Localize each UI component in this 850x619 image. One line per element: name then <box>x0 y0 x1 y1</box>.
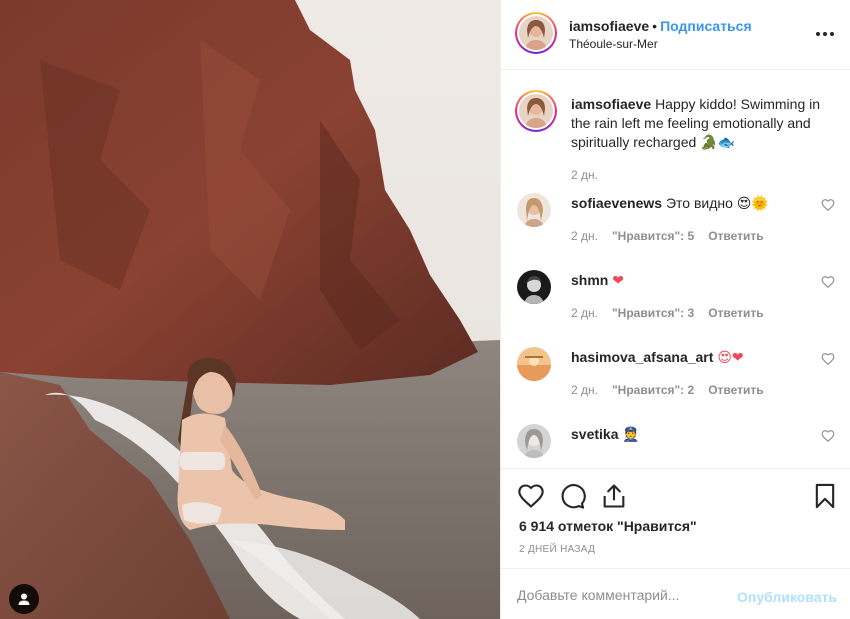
comment-avatar-image <box>517 424 551 458</box>
comment-username[interactable]: shmn <box>571 272 608 288</box>
comment-likes[interactable]: "Нравится": 3 <box>612 306 694 320</box>
post-actions: 6 914 отметок "Нравится" 2 ДНЕЙ НАЗАД <box>501 468 850 568</box>
more-horizontal-icon <box>816 32 820 36</box>
more-options-button[interactable] <box>813 24 837 44</box>
comment-avatar-image <box>517 270 551 304</box>
comment-emojis: 😍🌞 <box>736 196 769 212</box>
add-comment-bar: Опубликовать <box>501 568 850 619</box>
header-username[interactable]: iamsofiaeve <box>569 18 649 34</box>
post-photo[interactable] <box>0 0 500 619</box>
photo-scene <box>0 0 500 619</box>
comments-list[interactable]: iamsofiaeve Happy kiddo! Swimming in the… <box>501 71 850 468</box>
comment-like-heart-icon[interactable] <box>821 352 835 366</box>
comment-avatar[interactable] <box>517 193 551 227</box>
comment-meta: 2 дн. "Нравится": 3 Ответить <box>571 306 778 320</box>
comment-username[interactable]: hasimova_afsana_art <box>571 349 713 365</box>
comment-item: sofiaevenews Это видно 😍🌞 2 дн. "Нравится… <box>517 193 837 253</box>
user-tag-button[interactable] <box>9 584 39 614</box>
comment-emojis: 👮 <box>622 427 640 443</box>
comment-avatar[interactable] <box>517 347 551 381</box>
comment-text: Это видно <box>665 195 733 211</box>
follow-button[interactable]: Подписаться <box>660 18 752 34</box>
user-icon <box>18 593 30 605</box>
caption-avatar[interactable] <box>515 90 557 132</box>
comment-avatar[interactable] <box>517 270 551 304</box>
comment-username[interactable]: svetika <box>571 426 618 442</box>
comment-text-line: svetika 👮 <box>571 426 640 443</box>
comment-item: hasimova_afsana_art 😍❤ 2 дн. "Нравится": … <box>517 347 837 407</box>
caption-username[interactable]: iamsofiaeve <box>571 96 651 112</box>
caption-avatar-image <box>519 94 553 128</box>
reply-button[interactable]: Ответить <box>708 306 763 320</box>
caption-text-block: iamsofiaeve Happy kiddo! Swimming in the… <box>571 95 833 153</box>
comment-avatar-image <box>517 193 551 227</box>
bookmark-icon[interactable] <box>811 482 839 510</box>
reply-button[interactable]: Ответить <box>708 383 763 397</box>
caption-emojis: 🐊🐟 <box>700 135 736 151</box>
comment-meta: 2 дн. "Нравится": 2 Ответить <box>571 383 778 397</box>
share-icon[interactable] <box>600 482 628 510</box>
comment-time[interactable]: 2 дн. <box>571 306 598 320</box>
post-date[interactable]: 2 ДНЕЙ НАЗАД <box>519 544 595 555</box>
comment-emojis: 😍❤ <box>717 350 744 366</box>
comment-meta: 2 дн. "Нравится": 5 Ответить <box>571 229 778 243</box>
header-separator: • <box>652 18 658 34</box>
comment-time[interactable]: 2 дн. <box>571 229 598 243</box>
comment-avatar[interactable] <box>517 424 551 458</box>
comment-text-line: shmn ❤ <box>571 272 624 289</box>
comment-time[interactable]: 2 дн. <box>571 383 598 397</box>
reply-button[interactable]: Ответить <box>708 229 763 243</box>
publish-button[interactable]: Опубликовать <box>737 589 837 605</box>
comment-item: shmn ❤ 2 дн. "Нравится": 3 Ответить <box>517 270 837 330</box>
comment-item: svetika 👮 <box>517 424 837 468</box>
comment-likes[interactable]: "Нравится": 5 <box>612 229 694 243</box>
author-avatar[interactable] <box>515 12 557 54</box>
comment-like-heart-icon[interactable] <box>821 429 835 443</box>
comment-emojis: ❤ <box>612 273 624 289</box>
comment-likes[interactable]: "Нравится": 2 <box>612 383 694 397</box>
post-location[interactable]: Théoule-sur-Mer <box>569 37 658 51</box>
comment-text-line: sofiaevenews Это видно 😍🌞 <box>571 195 769 212</box>
comment-like-heart-icon[interactable] <box>821 198 835 212</box>
comment-input[interactable] <box>517 585 737 605</box>
comment-like-heart-icon[interactable] <box>821 275 835 289</box>
caption-time[interactable]: 2 дн. <box>571 168 598 182</box>
heart-icon[interactable] <box>517 482 545 510</box>
author-avatar-image <box>519 16 553 50</box>
comment-icon[interactable] <box>558 482 586 510</box>
comment-username[interactable]: sofiaevenews <box>571 195 662 211</box>
post-side-panel: iamsofiaeve • Подписаться Théoule-sur-Mer <box>500 0 850 619</box>
post-header: iamsofiaeve • Подписаться Théoule-sur-Mer <box>501 0 850 70</box>
comment-avatar-image <box>517 347 551 381</box>
comment-text-line: hasimova_afsana_art 😍❤ <box>571 349 744 366</box>
likes-count[interactable]: 6 914 отметок "Нравится" <box>519 518 697 534</box>
